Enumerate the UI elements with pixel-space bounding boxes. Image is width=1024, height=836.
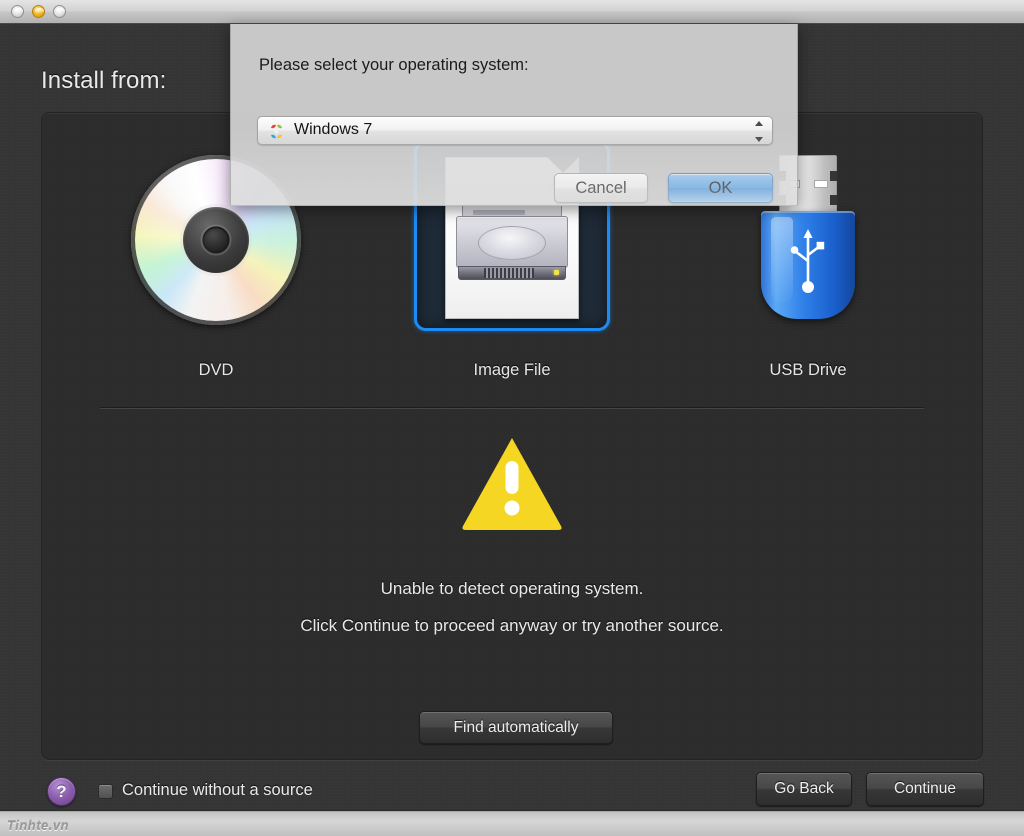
usb-notch-right-top: [830, 171, 837, 181]
page-title: Install from:: [41, 67, 167, 94]
dvd-disc-hole: [202, 226, 230, 254]
popup-stepper-arrows-icon[interactable]: [753, 121, 764, 142]
source-panel: DVD Image File USB Drive Unable to detec…: [41, 112, 983, 760]
minimize-button-icon[interactable]: [32, 5, 45, 18]
window-titlebar: [0, 0, 1024, 24]
chevron-down-icon: [754, 137, 763, 142]
hard-drive-icon: [456, 204, 568, 284]
continue-without-source-label: Continue without a source: [122, 781, 313, 799]
panel-divider: [100, 407, 924, 409]
cancel-button[interactable]: Cancel: [554, 173, 648, 203]
help-button[interactable]: ?: [47, 777, 76, 806]
question-mark-icon: ?: [56, 781, 67, 801]
hard-drive-led: [554, 270, 559, 275]
close-gloss: [14, 7, 23, 13]
status-message-secondary: Click Continue to proceed anyway or try …: [300, 616, 724, 635]
ok-button[interactable]: OK: [668, 173, 773, 203]
continue-without-source-checkbox[interactable]: [98, 784, 113, 799]
continue-button[interactable]: Continue: [866, 772, 984, 806]
usb-trident-symbol-icon: [790, 229, 825, 293]
usb-notch-right-bottom: [830, 195, 837, 205]
windows-logo-icon: [271, 124, 282, 139]
hard-drive-vents: [484, 268, 534, 278]
go-back-button[interactable]: Go Back: [756, 772, 852, 806]
hard-drive-body: [456, 216, 568, 268]
source-tile-label-usb-drive: USB Drive: [769, 361, 847, 379]
close-button-icon[interactable]: [11, 5, 24, 18]
source-tile-label-image-file: Image File: [473, 361, 551, 379]
operating-system-popup-button[interactable]: Windows 7: [257, 116, 773, 145]
site-watermark: Tinhte.vn: [7, 818, 70, 833]
hard-drive-platter: [478, 226, 546, 260]
source-tile-label-dvd: DVD: [198, 361, 234, 379]
operating-system-popup-value: Windows 7: [294, 121, 373, 138]
window-bottom-edge: Tinhte.vn: [0, 810, 1024, 836]
find-automatically-button[interactable]: Find automatically: [419, 711, 613, 744]
zoom-gloss: [56, 7, 65, 13]
minimize-gloss: [35, 7, 44, 13]
os-selection-sheet: Please select your operating system: Win…: [230, 24, 798, 206]
sheet-prompt-label: Please select your operating system:: [259, 56, 529, 74]
warning-triangle-icon: [462, 438, 562, 530]
zoom-button-icon[interactable]: [53, 5, 66, 18]
installer-window: Install from: DVD Image File USB Drive U…: [0, 0, 1024, 836]
status-message-primary: Unable to detect operating system.: [380, 579, 644, 598]
chevron-up-icon: [754, 121, 763, 126]
usb-body: [761, 211, 855, 319]
